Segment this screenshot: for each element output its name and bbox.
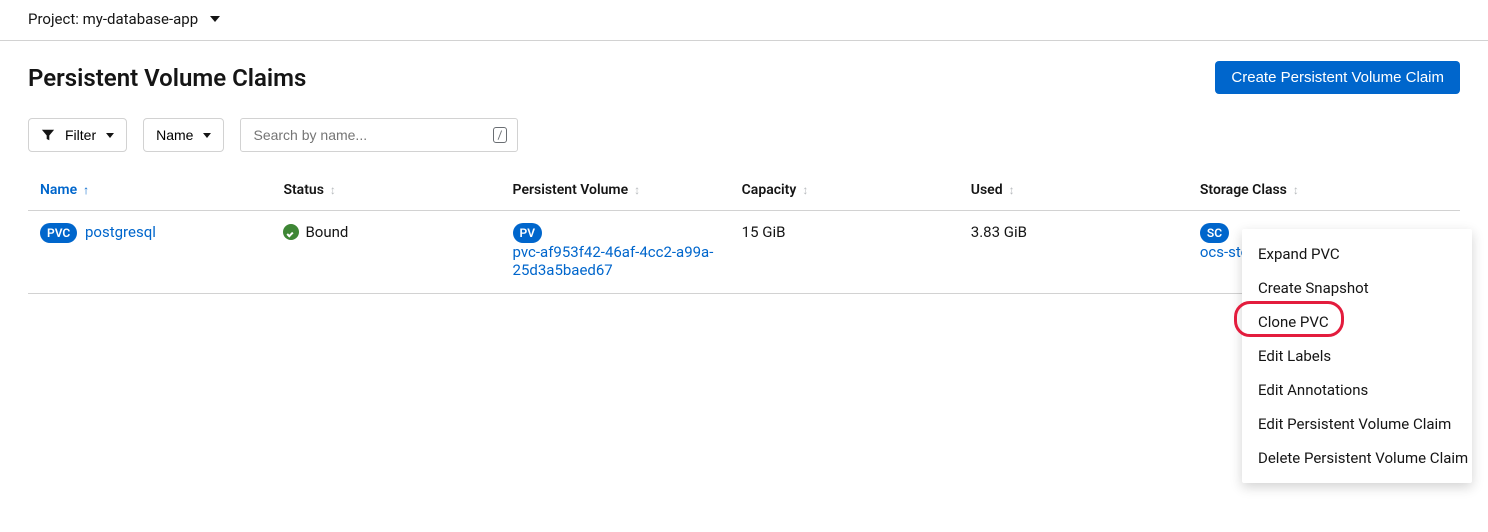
sort-neutral-icon: ↕ bbox=[330, 183, 336, 197]
col-header-capacity[interactable]: Capacity↕ bbox=[730, 172, 959, 211]
col-header-actions bbox=[1417, 172, 1460, 211]
search-shortcut-hint: / bbox=[493, 127, 508, 143]
chevron-down-icon bbox=[106, 133, 114, 138]
pvc-name-link[interactable]: postgresql bbox=[85, 223, 156, 241]
col-header-status[interactable]: Status↕ bbox=[271, 172, 500, 211]
search-input[interactable] bbox=[251, 126, 492, 144]
name-label: Name bbox=[156, 127, 193, 143]
filter-label: Filter bbox=[65, 127, 96, 143]
sort-neutral-icon: ↕ bbox=[802, 183, 808, 197]
kebab-item-expand-pvc[interactable]: Expand PVC bbox=[1242, 237, 1472, 271]
project-selector[interactable]: Project: my-database-app bbox=[0, 0, 1488, 41]
sc-badge: SC bbox=[1200, 223, 1229, 243]
used-cell: 3.83 GiB bbox=[959, 211, 1188, 294]
filter-dropdown[interactable]: Filter bbox=[28, 118, 127, 152]
capacity-cell: 15 GiB bbox=[730, 211, 959, 294]
kebab-item-edit-persistent-volume-claim[interactable]: Edit Persistent Volume Claim bbox=[1242, 407, 1472, 441]
page-title: Persistent Volume Claims bbox=[28, 64, 306, 92]
project-label: Project: my-database-app bbox=[28, 10, 198, 28]
pvc-badge: PVC bbox=[40, 223, 77, 243]
kebab-item-clone-pvc[interactable]: Clone PVC bbox=[1242, 305, 1472, 339]
kebab-item-delete-persistent-volume-claim[interactable]: Delete Persistent Volume Claim bbox=[1242, 441, 1472, 475]
kebab-item-edit-annotations[interactable]: Edit Annotations bbox=[1242, 373, 1472, 407]
pv-badge: PV bbox=[513, 223, 543, 243]
sort-neutral-icon: ↕ bbox=[1293, 183, 1299, 197]
kebab-item-create-snapshot[interactable]: Create Snapshot bbox=[1242, 271, 1472, 305]
search-input-wrap[interactable]: / bbox=[240, 118, 518, 152]
name-dropdown[interactable]: Name bbox=[143, 118, 224, 152]
pv-name-link[interactable]: pvc-af953f42-46af-4cc2-a99a-25d3a5baed67 bbox=[513, 243, 718, 279]
col-header-used[interactable]: Used↕ bbox=[959, 172, 1188, 211]
sort-asc-icon: ↑ bbox=[83, 183, 89, 197]
status-text: Bound bbox=[305, 223, 348, 241]
funnel-icon bbox=[41, 128, 55, 142]
col-header-name[interactable]: Name↑ bbox=[28, 172, 271, 211]
chevron-down-icon bbox=[203, 133, 211, 138]
create-pvc-button[interactable]: Create Persistent Volume Claim bbox=[1215, 61, 1460, 94]
sort-neutral-icon: ↕ bbox=[1009, 183, 1015, 197]
col-header-storage-class[interactable]: Storage Class↕ bbox=[1188, 172, 1417, 211]
chevron-down-icon bbox=[210, 16, 220, 22]
sort-neutral-icon: ↕ bbox=[634, 183, 640, 197]
kebab-menu: Expand PVCCreate SnapshotClone PVCEdit L… bbox=[1242, 229, 1472, 483]
check-circle-icon bbox=[283, 224, 299, 240]
col-header-pv[interactable]: Persistent Volume↕ bbox=[501, 172, 730, 211]
kebab-item-edit-labels[interactable]: Edit Labels bbox=[1242, 339, 1472, 373]
